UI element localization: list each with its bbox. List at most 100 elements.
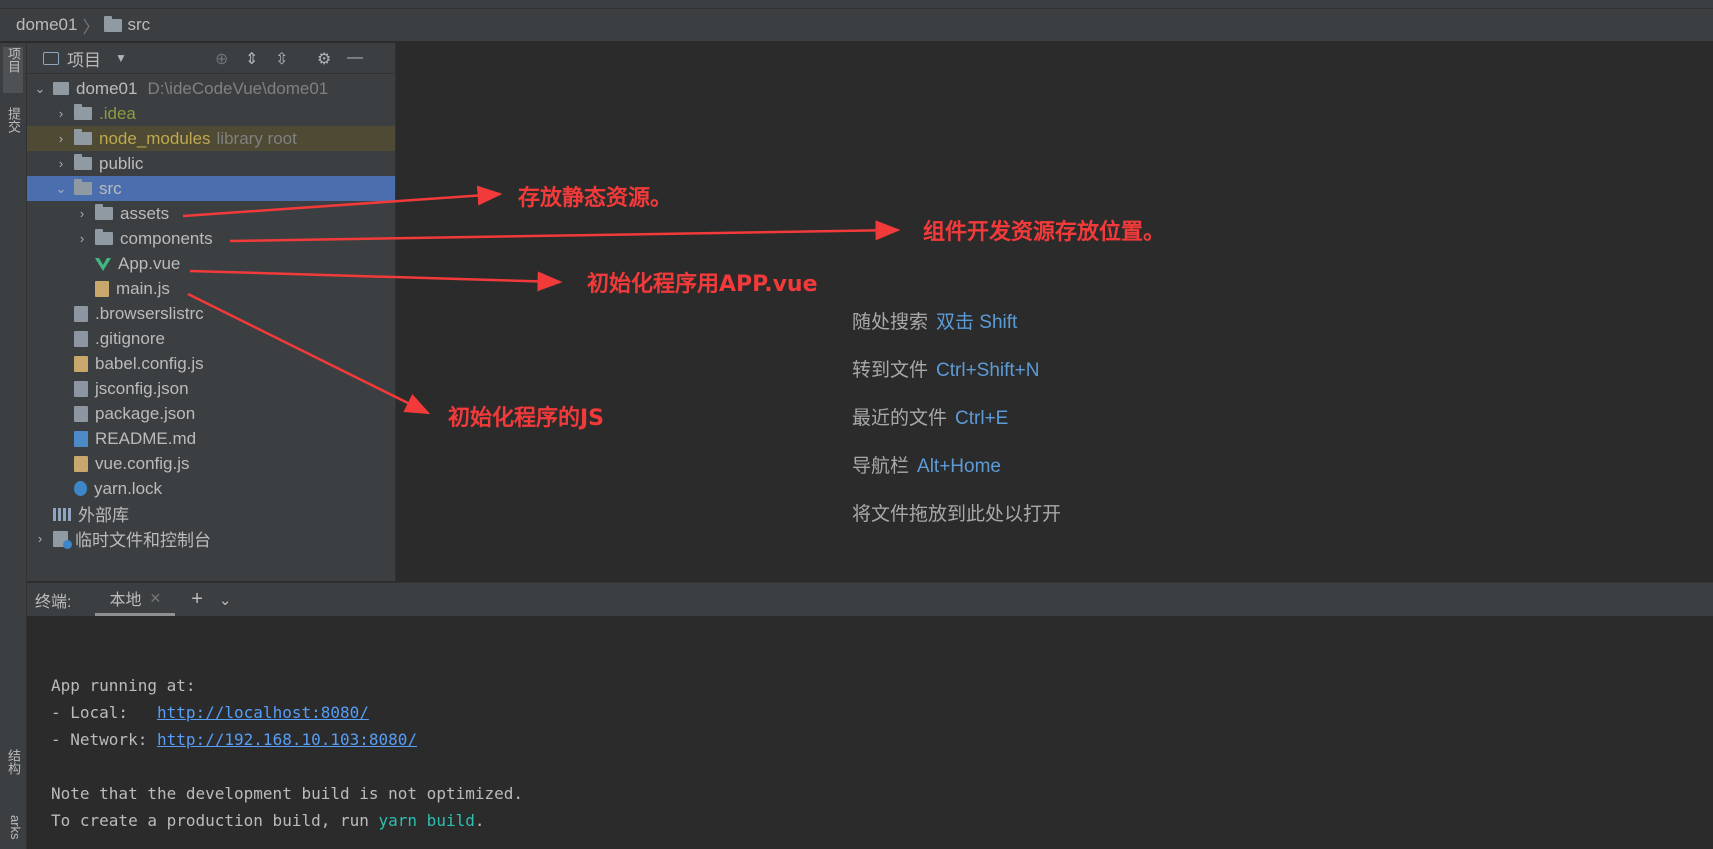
locate-icon[interactable]: ⊕ (215, 49, 228, 69)
chevron-down-icon[interactable]: ▼ (115, 51, 127, 65)
hint-label: 随处搜索 (852, 312, 929, 333)
json-file-icon (74, 405, 88, 422)
project-panel-title[interactable]: 项目 (67, 46, 101, 71)
tree-row-vueconfig[interactable]: vue.config.js (27, 451, 395, 476)
tree-row-main-js[interactable]: main.js (27, 276, 395, 301)
tree-row-app-vue[interactable]: App.vue (27, 251, 395, 276)
tree-label-app-vue: App.vue (118, 253, 181, 273)
chevron-down-icon[interactable]: ⌄ (219, 591, 232, 609)
tree-label-yarnlock: yarn.lock (94, 478, 163, 498)
tree-row-components[interactable]: › components (27, 226, 395, 251)
tool-tab-structure-label: 结构 (6, 749, 21, 775)
hint-shortcut[interactable]: Ctrl+E (955, 408, 1008, 429)
hint-label: 最近的文件 (852, 408, 948, 429)
tree-row-readme[interactable]: README.md (27, 426, 395, 451)
tree-label-vueconfig: vue.config.js (95, 453, 190, 473)
local-url-link[interactable]: http://localhost:8080/ (157, 703, 369, 722)
project-tree: ⌄ dome01 D:\ideCodeVue\dome01 › .idea › … (27, 74, 395, 551)
tree-row-external-libs[interactable]: 外部库 (27, 501, 395, 526)
terminal-output[interactable]: App running at: - Local: http://localhos… (27, 616, 1713, 849)
close-icon[interactable]: ✕ (149, 590, 161, 607)
hint-shortcut[interactable]: 双击 Shift (936, 312, 1017, 333)
left-tool-strip: 项目 提交 结构 arks (0, 43, 27, 849)
tree-row-browserslistrc[interactable]: .browserslistrc (27, 301, 395, 326)
folder-icon (74, 154, 92, 170)
expand-all-icon[interactable]: ⇕ (245, 49, 258, 69)
markdown-file-icon (74, 430, 88, 447)
hint-goto-file: 转到文件 Ctrl+Shift+N (852, 355, 1040, 382)
hint-label: 转到文件 (852, 360, 929, 381)
terminal-tab-local[interactable]: 本地 ✕ (95, 583, 176, 616)
tree-label-babel: babel.config.js (95, 353, 204, 373)
tool-tab-project[interactable]: 项目 (3, 47, 23, 93)
tree-row-gitignore[interactable]: .gitignore (27, 326, 395, 351)
terminal-header: 终端: 本地 ✕ + ⌄ (27, 582, 1713, 617)
tree-row-scratches[interactable]: › 临时文件和控制台 (27, 526, 395, 551)
terminal-tab-label: 本地 (109, 592, 142, 609)
library-icon (53, 506, 71, 522)
folder-icon (104, 15, 123, 32)
folder-icon (74, 104, 92, 120)
ignore-file-icon (74, 330, 88, 347)
terminal-local-label: - Local: (51, 703, 157, 722)
text-file-icon (74, 305, 88, 322)
tree-root-name: dome01 (76, 78, 138, 98)
tree-row-babel[interactable]: babel.config.js (27, 351, 395, 376)
breadcrumb-folder[interactable]: src (127, 15, 150, 35)
collapse-all-icon[interactable]: ⇳ (275, 49, 288, 69)
network-url-link[interactable]: http://192.168.10.103:8080/ (157, 730, 417, 749)
project-folder-icon (53, 82, 69, 95)
hint-label: 将文件拖放到此处以打开 (852, 504, 1062, 525)
chevron-right-icon[interactable]: › (54, 106, 68, 121)
tree-row-src[interactable]: ⌄ src (27, 176, 395, 201)
tree-row-assets[interactable]: › assets (27, 201, 395, 226)
chevron-down-icon[interactable]: ⌄ (33, 81, 47, 97)
gear-icon[interactable]: ⚙ (317, 49, 331, 69)
chevron-right-icon[interactable]: › (54, 156, 68, 171)
hint-shortcut[interactable]: Ctrl+Shift+N (936, 360, 1039, 381)
tree-label-main-js: main.js (116, 278, 170, 298)
chevron-right-icon[interactable]: › (75, 231, 89, 246)
project-panel: 项目 ▼ ⊕ ⇕ ⇳ ⚙ — ⌄ dome01 D:\ideCodeVue\do… (27, 43, 396, 581)
tree-label-gitignore: .gitignore (95, 328, 165, 348)
yarn-icon (74, 481, 87, 496)
hint-shortcut[interactable]: Alt+Home (917, 456, 1001, 477)
minimize-icon[interactable]: — (347, 49, 363, 67)
tree-row-node-modules[interactable]: › node_modules library root (27, 126, 395, 151)
editor-empty-area[interactable]: 随处搜索 双击 Shift 转到文件 Ctrl+Shift+N 最近的文件 Ctrl+… (396, 43, 1713, 581)
scratches-icon (53, 530, 72, 549)
folder-icon (74, 179, 92, 195)
terminal-line: - Network: http://192.168.10.103:8080/ (51, 730, 417, 749)
tree-label-scratches: 临时文件和控制台 (75, 531, 211, 550)
chevron-right-icon[interactable]: › (75, 206, 89, 221)
tree-row-idea[interactable]: › .idea (27, 101, 395, 126)
chevron-right-icon[interactable]: › (54, 131, 68, 146)
tree-row-jsconfig[interactable]: jsconfig.json (27, 376, 395, 401)
yarn-build-command: yarn build (378, 811, 475, 830)
hint-label: 导航栏 (852, 456, 910, 477)
chevron-down-icon[interactable]: ⌄ (54, 181, 68, 197)
annotation-main-js: 初始化程序的JS (448, 406, 605, 431)
tree-label-jsconfig: jsconfig.json (95, 378, 189, 398)
folder-icon (95, 204, 113, 220)
hint-search-everywhere: 随处搜索 双击 Shift (852, 307, 1017, 334)
library-root-hint: library root (216, 128, 297, 148)
add-terminal-icon[interactable]: + (191, 588, 203, 611)
tree-row-public[interactable]: › public (27, 151, 395, 176)
tree-row-root[interactable]: ⌄ dome01 D:\ideCodeVue\dome01 (27, 76, 395, 101)
tool-tab-bookmarks[interactable]: arks (3, 815, 23, 849)
tree-label-components: components (120, 228, 213, 248)
tree-row-package[interactable]: package.json (27, 401, 395, 426)
tree-label-assets: assets (120, 203, 170, 223)
chevron-right-icon[interactable]: › (33, 531, 47, 546)
tool-tab-commit[interactable]: 提交 (3, 107, 23, 153)
js-file-icon (95, 280, 109, 297)
folder-icon (74, 129, 92, 145)
tree-row-yarnlock[interactable]: yarn.lock (27, 476, 395, 501)
tree-label-node-modules: node_modules (99, 128, 211, 148)
hint-drop-files: 将文件拖放到此处以打开 (852, 499, 1061, 526)
terminal-prod-suffix: . (474, 811, 485, 830)
tool-tab-structure[interactable]: 结构 (3, 749, 23, 795)
annotation-assets: 存放静态资源。 (518, 186, 673, 211)
breadcrumb-project[interactable]: dome01 (16, 15, 77, 35)
